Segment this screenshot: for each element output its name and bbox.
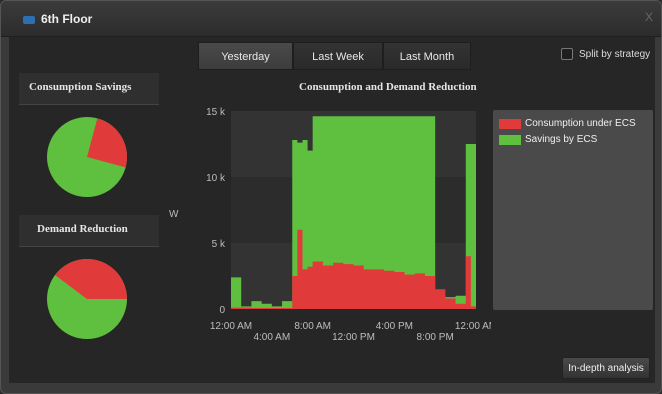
time-range-tabs: Yesterday Last Week Last Month (198, 42, 471, 70)
y-tick-label: 10 k (206, 173, 226, 184)
split-checkbox[interactable] (561, 48, 573, 60)
x-tick-label: 8:00 PM (417, 332, 454, 343)
legend-item-consumption: Consumption under ECS (499, 118, 636, 129)
close-button[interactable]: X (645, 10, 653, 24)
tab-last-month[interactable]: Last Month (383, 42, 471, 70)
y-axis-label: W (169, 209, 179, 220)
tab-last-week[interactable]: Last Week (293, 42, 383, 70)
x-tick-label: 4:00 PM (376, 321, 413, 332)
consumption-demand-chart: 05 k10 k15 k 12:00 AM 8:00 AM 4:00 PM 12:00… (169, 107, 491, 343)
x-tick-label: 4:00 AM (253, 332, 290, 343)
x-tick-label: 12:00 AM (210, 321, 252, 332)
legend-swatch-savings (499, 134, 521, 145)
in-depth-analysis-button[interactable]: In-depth analysis (562, 357, 650, 379)
x-tick-label: 8:00 AM (294, 321, 331, 332)
demand-reduction-title: Demand Reduction (37, 223, 128, 235)
legend-label-consumption: Consumption under ECS (525, 118, 636, 129)
consumption-savings-pie (47, 117, 127, 197)
y-tick-label: 5 k (212, 239, 226, 250)
demand-reduction-pie (47, 259, 127, 339)
split-by-strategy[interactable]: Split by strategy (561, 48, 650, 60)
consumption-savings-title: Consumption Savings (29, 81, 132, 93)
legend-swatch-consumption (499, 118, 521, 129)
dashboard-window: 6th Floor X Yesterday Last Week Last Mon… (0, 0, 662, 394)
y-tick-label: 0 (219, 305, 225, 316)
title-bar: 6th Floor X (1, 1, 661, 37)
content-area: Yesterday Last Week Last Month Split by … (9, 37, 655, 383)
tab-yesterday[interactable]: Yesterday (198, 42, 293, 70)
split-label: Split by strategy (579, 48, 651, 60)
window-title: 6th Floor (41, 12, 93, 26)
main-chart-title: Consumption and Demand Reduction (299, 81, 477, 93)
chart-legend: Consumption under ECS Savings by ECS (493, 110, 653, 310)
plot-area (231, 111, 476, 309)
y-tick-label: 15 k (206, 107, 226, 118)
legend-item-savings: Savings by ECS (499, 134, 597, 145)
x-axis: 12:00 AM8:00 AM4:00 PM12:00 AM4:00 AM12:… (210, 321, 491, 343)
window-icon (23, 16, 35, 24)
x-tick-label: 12:00 AM (455, 321, 491, 332)
legend-label-savings: Savings by ECS (525, 134, 598, 145)
x-tick-label: 12:00 PM (332, 332, 375, 343)
y-axis: 0 5 k 10 k 15 k (206, 107, 226, 316)
